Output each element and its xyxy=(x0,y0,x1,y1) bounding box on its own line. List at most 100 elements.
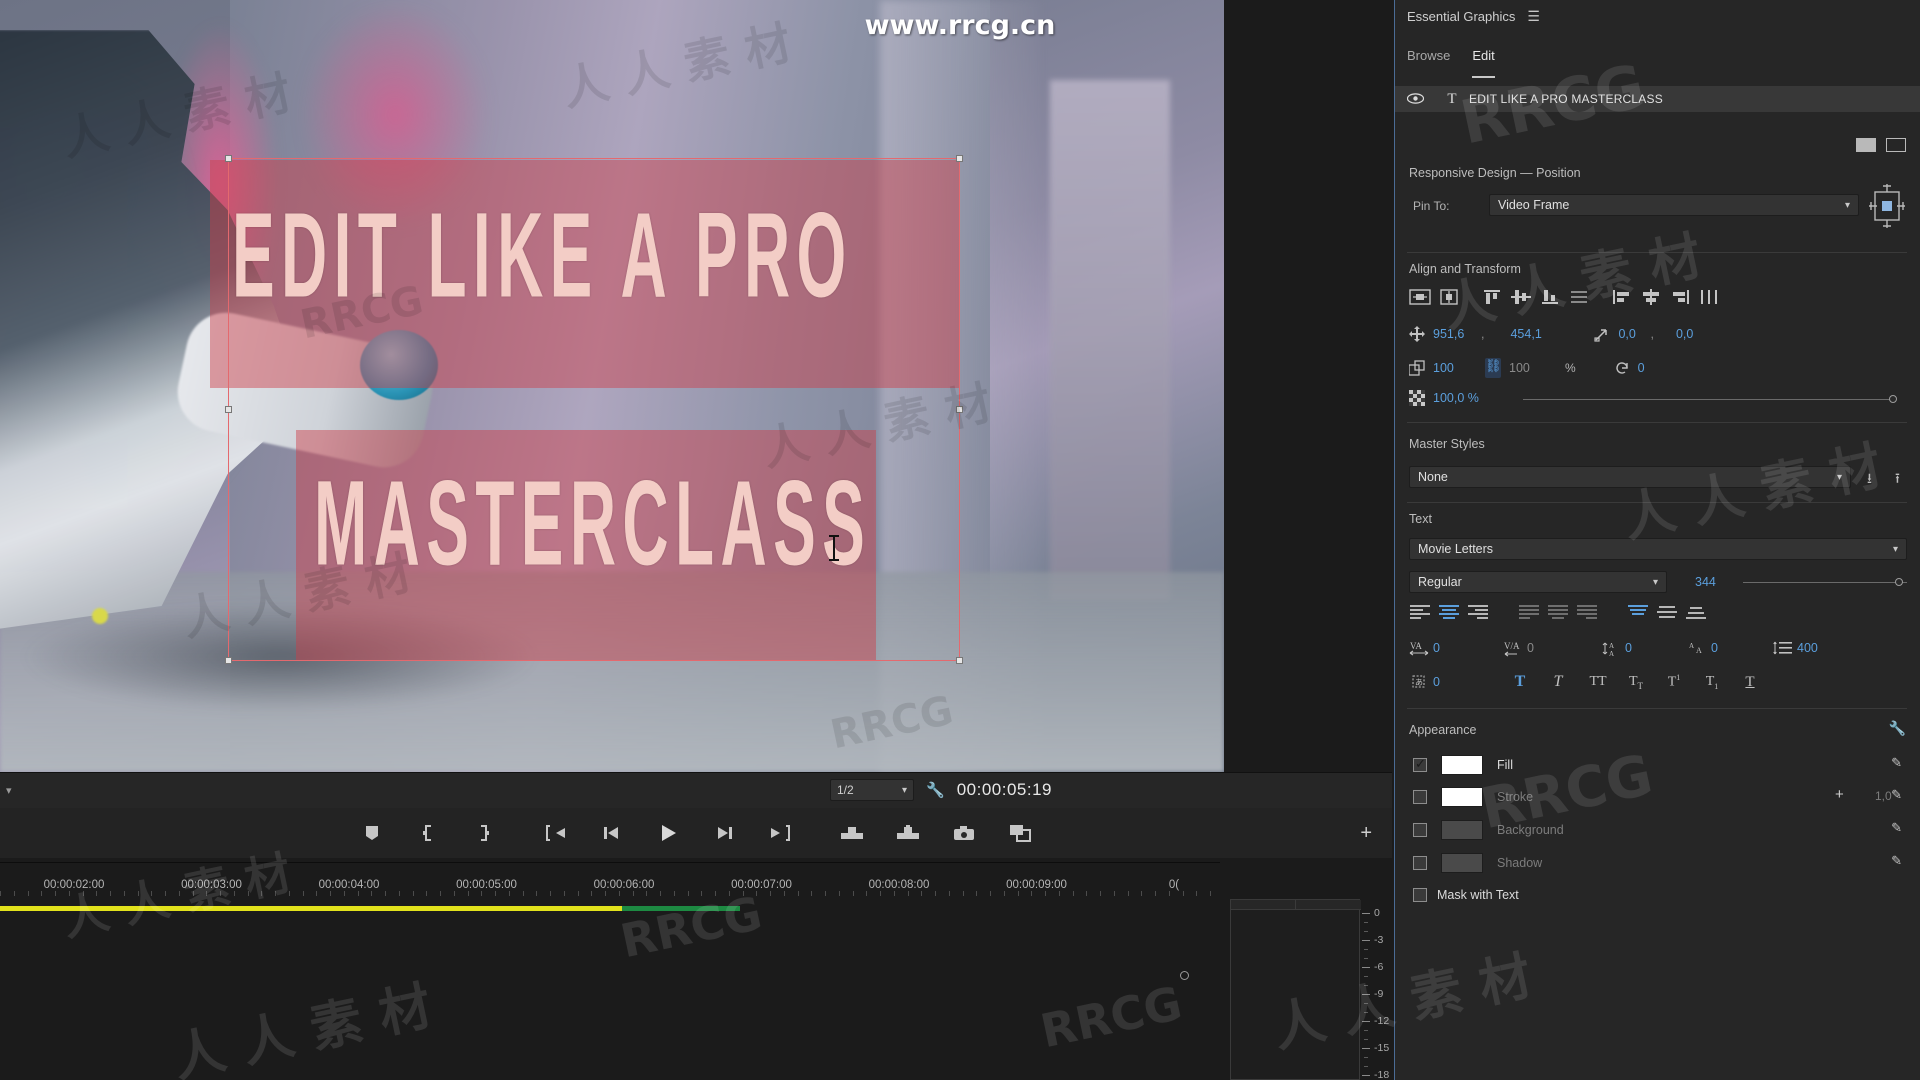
mask-with-text-row[interactable]: Mask with Text xyxy=(1413,888,1519,902)
lift-button[interactable] xyxy=(839,820,865,846)
hamburger-menu-icon[interactable]: ☰ xyxy=(1527,8,1540,25)
fill-checkbox[interactable] xyxy=(1413,756,1427,772)
fill-color-swatch[interactable] xyxy=(1441,755,1483,775)
comparison-view-button[interactable] xyxy=(1007,820,1033,846)
resize-handle-l[interactable] xyxy=(225,405,232,413)
eyedropper-icon[interactable]: ✎ xyxy=(1891,755,1902,771)
justify-last-center-button[interactable] xyxy=(1547,604,1569,622)
timeline-zoom-knob[interactable] xyxy=(1180,971,1189,980)
font-size-slider-track[interactable] xyxy=(1743,582,1907,583)
wrench-icon[interactable]: 🔧 xyxy=(926,781,945,799)
position-y-value[interactable]: 454,1 xyxy=(1510,327,1572,341)
button-editor-button[interactable]: + xyxy=(1360,808,1372,858)
pin-to-select[interactable]: Video Frame ▾ xyxy=(1489,194,1859,216)
title-selection-bounding-box[interactable] xyxy=(225,155,963,664)
shadow-checkbox[interactable] xyxy=(1413,856,1427,870)
shadow-color-swatch[interactable] xyxy=(1441,853,1483,873)
scale-x-value[interactable]: 100 xyxy=(1433,361,1485,375)
underline-button[interactable]: T xyxy=(1737,674,1763,691)
tsume-value[interactable]: 0 xyxy=(1433,675,1507,689)
align-text-middle-button[interactable] xyxy=(1656,604,1678,622)
extract-button[interactable] xyxy=(895,820,921,846)
new-layer-icon[interactable] xyxy=(1856,138,1876,152)
align-text-top-button[interactable] xyxy=(1627,604,1649,622)
graphics-layer-row[interactable]: T EDIT LIKE A PRO MASTERCLASS xyxy=(1395,86,1920,112)
distribute-horizontal-button[interactable] xyxy=(1698,288,1720,306)
background-checkbox[interactable] xyxy=(1413,823,1427,837)
resize-handle-bl[interactable] xyxy=(225,657,232,664)
line-spacing-value[interactable]: 400 xyxy=(1797,641,1818,655)
eyedropper-icon[interactable]: ✎ xyxy=(1891,853,1902,869)
opacity-value[interactable]: 100,0 % xyxy=(1433,391,1479,405)
faux-bold-button[interactable]: T xyxy=(1507,673,1533,691)
justify-last-right-button[interactable] xyxy=(1576,604,1598,622)
add-stroke-button[interactable]: + xyxy=(1835,786,1844,803)
mask-with-text-checkbox[interactable] xyxy=(1413,888,1427,902)
mark-out-button[interactable] xyxy=(471,820,497,846)
align-text-bottom-button[interactable] xyxy=(1685,604,1707,622)
chevron-down-icon[interactable]: ▾ xyxy=(6,784,12,797)
eyedropper-icon[interactable]: ✎ xyxy=(1891,787,1902,803)
resize-handle-br[interactable] xyxy=(956,657,963,664)
pull-up-icon[interactable]: ⭱ xyxy=(1895,468,1900,492)
align-top-button[interactable] xyxy=(1481,288,1503,306)
tab-edit[interactable]: Edit xyxy=(1472,48,1496,78)
pin-to-diagram[interactable] xyxy=(1867,182,1907,230)
go-to-in-button[interactable] xyxy=(543,820,569,846)
align-text-left-button[interactable] xyxy=(1409,604,1431,622)
subscript-button[interactable]: T1 xyxy=(1699,674,1725,691)
step-back-button[interactable] xyxy=(599,820,625,846)
rotation-value[interactable]: 0 xyxy=(1638,361,1645,375)
justify-last-left-button[interactable] xyxy=(1518,604,1540,622)
align-left-button[interactable] xyxy=(1611,288,1633,306)
distribute-vertical-button[interactable] xyxy=(1568,288,1590,306)
align-vertical-center-video-frame-button[interactable] xyxy=(1438,288,1460,306)
superscript-button[interactable]: T1 xyxy=(1661,673,1687,691)
resize-handle-tr[interactable] xyxy=(956,155,963,162)
stroke-color-swatch[interactable] xyxy=(1441,787,1483,807)
timeline-panel[interactable]: 00:00:02:00 00:00:03:00 00:00:04:00 00:00:0… xyxy=(0,862,1220,1080)
font-size-value[interactable]: 344 xyxy=(1695,575,1716,589)
export-frame-button[interactable] xyxy=(951,820,977,846)
step-forward-button[interactable] xyxy=(711,820,737,846)
font-family-select[interactable]: Movie Letters ▾ xyxy=(1409,538,1907,560)
resize-handle-tl[interactable] xyxy=(225,155,232,162)
font-style-select[interactable]: Regular ▾ xyxy=(1409,571,1667,593)
eye-icon[interactable] xyxy=(1395,92,1435,107)
layer-name[interactable]: EDIT LIKE A PRO MASTERCLASS xyxy=(1469,92,1663,106)
anchor-y-value[interactable]: 0,0 xyxy=(1676,327,1716,341)
align-text-right-button[interactable] xyxy=(1467,604,1489,622)
play-stop-button[interactable] xyxy=(655,820,681,846)
stroke-width-value[interactable]: 1,0 xyxy=(1875,789,1892,803)
leading-value[interactable]: 0 xyxy=(1711,641,1773,655)
all-caps-button[interactable]: TT xyxy=(1583,674,1613,690)
align-right-button[interactable] xyxy=(1669,288,1691,306)
wrench-icon[interactable]: 🔧 xyxy=(1889,720,1906,737)
program-timecode[interactable]: 00:00:05:19 xyxy=(957,780,1052,800)
tracking-value[interactable]: 0 xyxy=(1433,641,1503,655)
align-vertical-center-button[interactable] xyxy=(1510,288,1532,306)
kerning-value[interactable]: 0 xyxy=(1527,641,1601,655)
link-icon[interactable]: ⛓ xyxy=(1485,358,1502,378)
align-text-center-button[interactable] xyxy=(1438,604,1460,622)
add-marker-button[interactable] xyxy=(359,820,385,846)
audio-meters-panel[interactable]: 0 -3 -6 -9 -12 -15 -18 xyxy=(1222,895,1390,1080)
small-caps-button[interactable]: TT xyxy=(1621,674,1651,691)
font-size-slider-knob[interactable] xyxy=(1895,578,1903,586)
opacity-slider-knob[interactable] xyxy=(1889,395,1897,403)
go-to-out-button[interactable] xyxy=(767,820,793,846)
master-styles-select[interactable]: None ▾ xyxy=(1409,466,1851,488)
tab-browse[interactable]: Browse xyxy=(1407,48,1450,78)
program-monitor-video[interactable]: EDIT LIKE A PRO MASTERCLASS 人 人 素 材 人 人 … xyxy=(0,0,1224,772)
scale-y-value[interactable]: 100 xyxy=(1509,361,1565,375)
mark-in-button[interactable] xyxy=(415,820,441,846)
timeline-ruler[interactable]: 00:00:02:00 00:00:03:00 00:00:04:00 00:00:0… xyxy=(0,873,1220,907)
faux-italic-button[interactable]: T xyxy=(1545,673,1571,691)
align-horizontal-center-button[interactable] xyxy=(1640,288,1662,306)
opacity-slider-track[interactable] xyxy=(1523,399,1893,400)
align-bottom-button[interactable] xyxy=(1539,288,1561,306)
stroke-checkbox[interactable] xyxy=(1413,790,1427,804)
playback-resolution-select[interactable]: 1/2 ▾ xyxy=(830,779,914,801)
align-horizontal-center-video-frame-button[interactable] xyxy=(1409,288,1431,306)
push-down-icon[interactable]: ⭳ xyxy=(1867,468,1872,492)
